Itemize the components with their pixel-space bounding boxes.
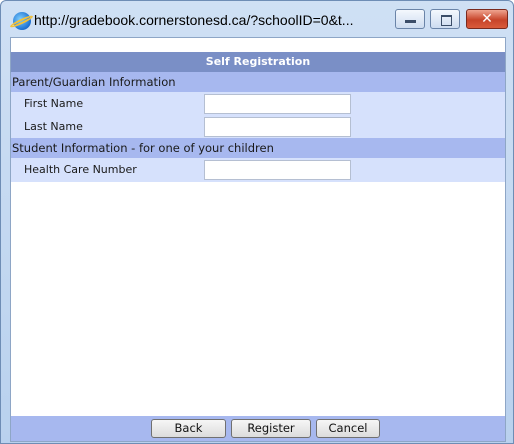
last-name-row: Last Name (11, 115, 505, 138)
close-button[interactable]: ✕ (466, 9, 508, 29)
student-section-header: Student Information - for one of your ch… (11, 138, 505, 158)
browser-popup-window: http://gradebook.cornerstonesd.ca/?schoo… (0, 0, 514, 444)
window-title-url: http://gradebook.cornerstonesd.ca/?schoo… (34, 12, 354, 28)
first-name-input[interactable] (204, 94, 351, 114)
last-name-label: Last Name (24, 120, 83, 133)
internet-explorer-icon (13, 12, 31, 30)
button-bar: Back Register Cancel (11, 416, 505, 441)
form-title: Self Registration (11, 52, 505, 72)
parent-section-header: Parent/Guardian Information (11, 72, 505, 92)
last-name-input[interactable] (204, 117, 351, 137)
cancel-button[interactable]: Cancel (316, 419, 380, 438)
health-care-row: Health Care Number (11, 158, 505, 182)
close-icon: ✕ (481, 11, 493, 27)
minimize-icon (405, 20, 416, 23)
health-care-label: Health Care Number (24, 163, 137, 176)
maximize-button[interactable] (430, 9, 460, 29)
first-name-row: First Name (11, 92, 505, 115)
register-button[interactable]: Register (231, 419, 311, 438)
page-content: Self Registration Parent/Guardian Inform… (10, 37, 506, 442)
health-care-input[interactable] (204, 160, 351, 180)
back-button[interactable]: Back (151, 419, 226, 438)
first-name-label: First Name (24, 97, 84, 110)
maximize-icon (441, 15, 452, 26)
minimize-button[interactable] (395, 9, 425, 29)
